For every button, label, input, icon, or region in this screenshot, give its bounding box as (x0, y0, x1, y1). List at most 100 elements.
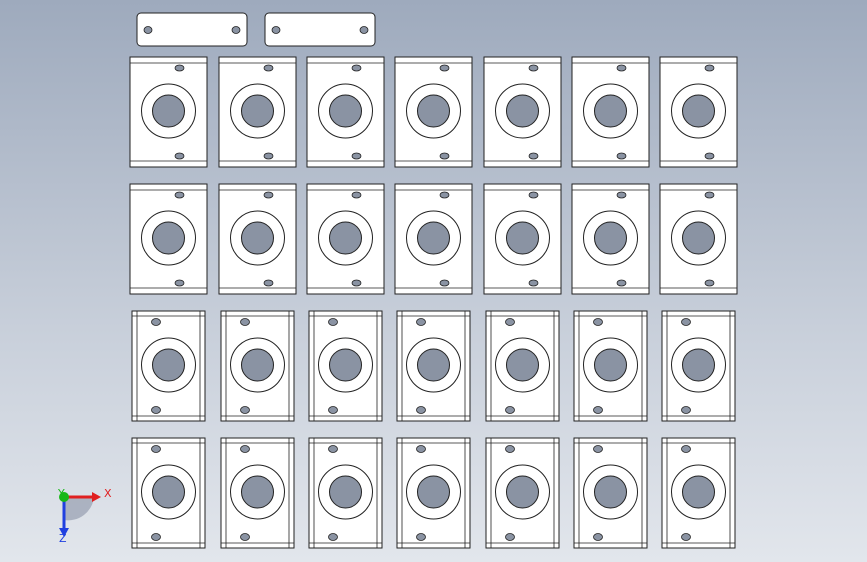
center-hole (152, 221, 185, 255)
bracket-r4-c2[interactable] (220, 437, 295, 549)
y-axis-label: Y (57, 487, 65, 500)
center-hole (152, 348, 185, 382)
bracket-r4-c4[interactable] (396, 437, 471, 549)
bracket-r4-c3[interactable] (308, 437, 383, 549)
top-plate-left-body (136, 12, 248, 47)
bracket-r4-c1[interactable] (131, 437, 206, 549)
bracket-r2-c5[interactable] (483, 183, 562, 295)
mount-slot-bottom (528, 279, 539, 287)
mount-slot-bottom (240, 533, 250, 541)
mount-slot-bottom (616, 152, 627, 160)
mount-slot-top (416, 318, 426, 326)
mount-slot-top (616, 191, 627, 199)
mount-slot-bottom (681, 533, 691, 541)
bracket-r3-c4[interactable] (396, 310, 471, 422)
bracket-r4-c7[interactable] (661, 437, 736, 549)
graphics-viewport[interactable]: X Z Y (0, 0, 867, 562)
mount-slot-top (616, 64, 627, 72)
mount-slot-bottom (416, 533, 426, 541)
center-hole (594, 475, 627, 509)
x-axis-label: X (104, 487, 112, 500)
bracket-r2-c7[interactable] (659, 183, 738, 295)
center-hole (682, 94, 715, 128)
mount-slot-bottom (593, 406, 603, 414)
mount-slot-bottom (704, 279, 715, 287)
bracket-r3-c3[interactable] (308, 310, 383, 422)
center-hole (417, 221, 450, 255)
top-plate-right-hole-right (359, 26, 369, 34)
mount-slot-bottom (263, 152, 274, 160)
center-hole (682, 221, 715, 255)
bracket-r3-c7[interactable] (661, 310, 736, 422)
mount-slot-top (240, 445, 250, 453)
top-plate-right-hole-left (271, 26, 281, 34)
center-hole (506, 475, 539, 509)
mount-slot-top (439, 191, 450, 199)
mount-slot-bottom (704, 152, 715, 160)
bracket-r2-c2[interactable] (218, 183, 297, 295)
mount-slot-top (240, 318, 250, 326)
center-hole (329, 221, 362, 255)
bracket-r1-c4[interactable] (394, 56, 473, 168)
mount-slot-bottom (439, 279, 450, 287)
bracket-r1-c6[interactable] (571, 56, 650, 168)
mount-slot-bottom (616, 279, 627, 287)
center-hole (506, 221, 539, 255)
mount-slot-bottom (505, 533, 515, 541)
mount-slot-top (328, 445, 338, 453)
mount-slot-top (263, 64, 274, 72)
bracket-r3-c6[interactable] (573, 310, 648, 422)
bracket-r2-c1[interactable] (129, 183, 208, 295)
mount-slot-top (593, 445, 603, 453)
center-hole (594, 348, 627, 382)
center-hole (506, 94, 539, 128)
center-hole (241, 94, 274, 128)
mount-slot-top (328, 318, 338, 326)
bracket-r1-c7[interactable] (659, 56, 738, 168)
bracket-r4-c5[interactable] (485, 437, 560, 549)
bracket-r1-c1[interactable] (129, 56, 208, 168)
center-hole (152, 94, 185, 128)
mount-slot-bottom (151, 533, 161, 541)
parts-layer[interactable] (129, 12, 738, 549)
mount-slot-top (528, 191, 539, 199)
center-hole (594, 221, 627, 255)
bracket-r2-c3[interactable] (306, 183, 385, 295)
mount-slot-bottom (328, 533, 338, 541)
center-hole (417, 94, 450, 128)
top-plate-left-hole-left (143, 26, 153, 34)
mount-slot-top (416, 445, 426, 453)
mount-slot-bottom (174, 279, 185, 287)
bracket-r1-c2[interactable] (218, 56, 297, 168)
mount-slot-top (704, 64, 715, 72)
bracket-r2-c6[interactable] (571, 183, 650, 295)
bracket-r3-c5[interactable] (485, 310, 560, 422)
bracket-r1-c5[interactable] (483, 56, 562, 168)
mount-slot-bottom (528, 152, 539, 160)
triad-shade (64, 497, 94, 521)
center-hole (329, 94, 362, 128)
bracket-r3-c1[interactable] (131, 310, 206, 422)
mount-slot-bottom (416, 406, 426, 414)
mount-slot-top (704, 191, 715, 199)
mount-slot-top (151, 445, 161, 453)
bracket-r3-c2[interactable] (220, 310, 295, 422)
mount-slot-top (151, 318, 161, 326)
mount-slot-top (593, 318, 603, 326)
top-plate-left[interactable] (136, 12, 248, 47)
mount-slot-bottom (593, 533, 603, 541)
mount-slot-top (681, 318, 691, 326)
center-hole (682, 348, 715, 382)
bracket-r1-c3[interactable] (306, 56, 385, 168)
mount-slot-bottom (351, 279, 362, 287)
mount-slot-bottom (240, 406, 250, 414)
mount-slot-top (505, 445, 515, 453)
bracket-r4-c6[interactable] (573, 437, 648, 549)
mount-slot-top (439, 64, 450, 72)
view-orientation-triad: X Z Y (57, 487, 112, 545)
bracket-r2-c4[interactable] (394, 183, 473, 295)
x-axis-arrow (92, 492, 101, 502)
top-plate-right[interactable] (264, 12, 376, 47)
center-hole (329, 475, 362, 509)
center-hole (241, 221, 274, 255)
